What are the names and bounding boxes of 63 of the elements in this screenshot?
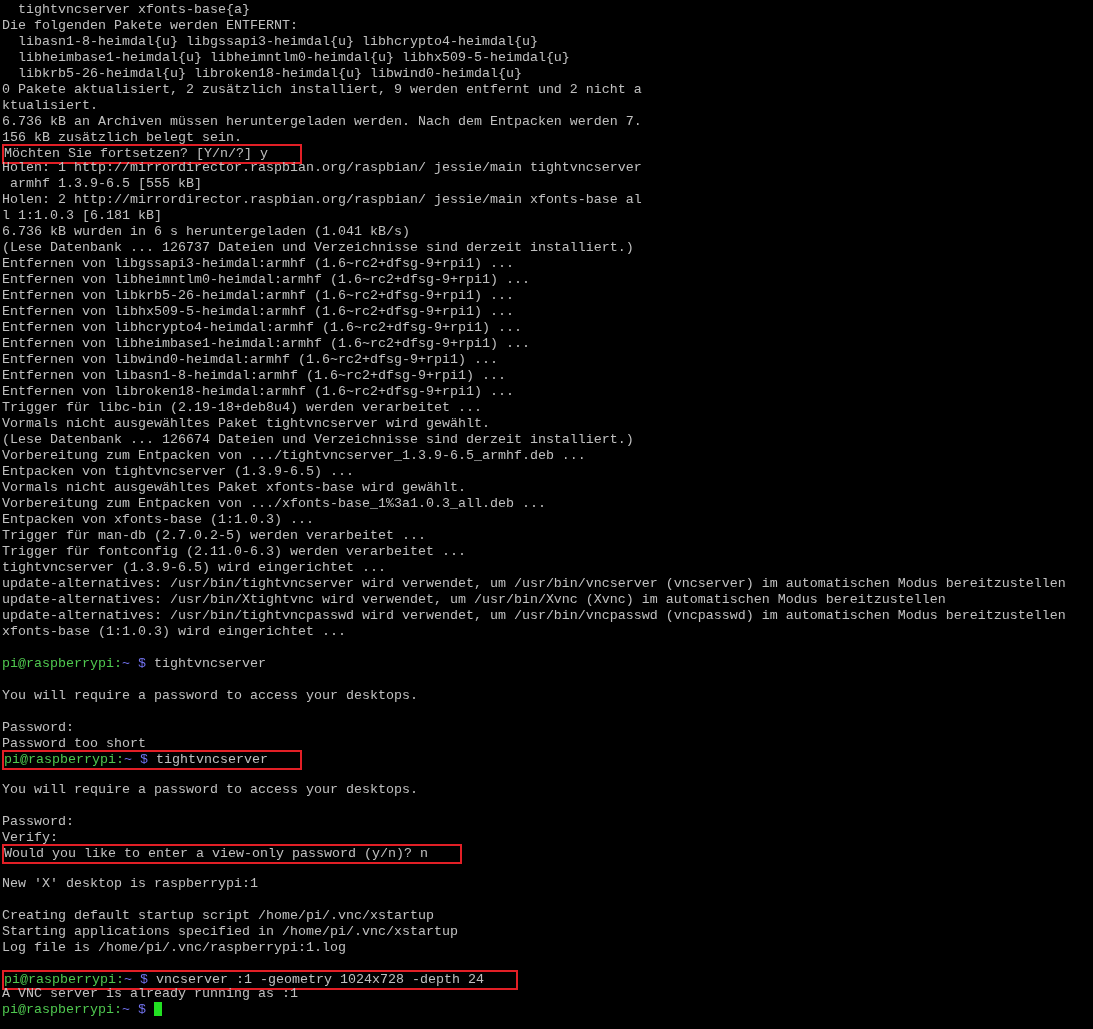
prompt-host: pi@raspberrypi:: [4, 752, 124, 767]
output-line: Starting applications specified in /home/pi/.vnc/xstartup: [2, 924, 458, 939]
output-line: You will require a password to access your desktops.: [2, 688, 418, 703]
output-line: Would you like to enter a view-only password (y/n)? n: [4, 846, 428, 861]
output-line: 6.736 kB an Archiven müssen heruntergeladen werden. Nach dem Entpacken werden 7.: [2, 114, 642, 129]
output-line: Vormals nicht ausgewähltes Paket tightvncserver wird gewählt.: [2, 416, 490, 431]
output-line: Password too short: [2, 736, 146, 751]
output-line: libkrb5-26-heimdal{u} libroken18-heimdal{u} libwind0-heimdal{u}: [17, 66, 522, 81]
output-line: Trigger für fontconfig (2.11.0-6.3) werden verarbeitet ...: [2, 544, 466, 559]
output-line: update-alternatives: /usr/bin/tightvncpasswd wird verwendet, um /usr/bin/vncpasswd (vncpasswd) im automatischen Modus bereitzustellen: [2, 608, 1066, 623]
output-line: libheimbase1-heimdal{u} libheimntlm0-heimdal{u} libhx509-5-heimdal{u}: [17, 50, 570, 65]
output-line: You will require a password to access your desktops.: [2, 782, 418, 797]
command-text: vncserver :1 -geometry 1024x728 -depth 24: [155, 972, 484, 987]
command-text: tightvncserver: [153, 656, 266, 671]
prompt-path: ~ $: [124, 972, 148, 987]
output-line: Entfernen von libgssapi3-heimdal:armhf (1.6~rc2+dfsg-9+rpi1) ...: [2, 256, 514, 271]
output-line: Möchten Sie fortsetzen? [Y/n/?] y: [4, 146, 268, 161]
output-line: Vormals nicht ausgewähltes Paket xfonts-base wird gewählt.: [2, 480, 466, 495]
output-line: Entfernen von libhcrypto4-heimdal:armhf (1.6~rc2+dfsg-9+rpi1) ...: [2, 320, 522, 335]
prompt-host: pi@raspberrypi:: [4, 972, 124, 987]
output-line: (Lese Datenbank ... 126674 Dateien und Verzeichnisse sind derzeit installiert.): [2, 432, 634, 447]
output-line: Holen: 2 http://mirrordirector.raspbian.org/raspbian/ jessie/main xfonts-base al: [2, 192, 642, 207]
output-line: Entfernen von libheimbase1-heimdal:armhf (1.6~rc2+dfsg-9+rpi1) ...: [2, 336, 530, 351]
output-line: Entfernen von libkrb5-26-heimdal:armhf (1.6~rc2+dfsg-9+rpi1) ...: [2, 288, 514, 303]
prompt-host: pi@raspberrypi:: [2, 1002, 122, 1017]
output-line: Trigger für libc-bin (2.19-18+deb8u4) werden verarbeitet ...: [2, 400, 482, 415]
output-line: tightvncserver (1.3.9-6.5) wird eingerichtet ...: [2, 560, 386, 575]
output-line: A VNC server is already running as :1: [2, 986, 298, 1001]
output-line: xfonts-base (1:1.0.3) wird eingerichtet ...: [2, 624, 346, 639]
output-line: 0 Pakete aktualisiert, 2 zusätzlich installiert, 9 werden entfernt und 2 nicht a: [2, 82, 642, 97]
output-line: libasn1-8-heimdal{u} libgssapi3-heimdal{u} libhcrypto4-heimdal{u}: [17, 34, 538, 49]
output-line: Creating default startup script /home/pi/.vnc/xstartup: [2, 908, 434, 923]
output-line: (Lese Datenbank ... 126737 Dateien und Verzeichnisse sind derzeit installiert.): [2, 240, 634, 255]
output-line: Vorbereitung zum Entpacken von .../tightvncserver_1.3.9-6.5_armhf.deb ...: [2, 448, 586, 463]
prompt-path: ~ $: [124, 752, 148, 767]
output-line: Entfernen von libheimntlm0-heimdal:armhf (1.6~rc2+dfsg-9+rpi1) ...: [2, 272, 530, 287]
output-line: Vorbereitung zum Entpacken von .../xfonts-base_1%3a1.0.3_all.deb ...: [2, 496, 546, 511]
output-line: 6.736 kB wurden in 6 s heruntergeladen (1.041 kB/s): [2, 224, 410, 239]
command-text: tightvncserver: [155, 752, 268, 767]
output-line: Log file is /home/pi/.vnc/raspberrypi:1.log: [2, 940, 346, 955]
output-line: Verify:: [2, 830, 58, 845]
output-line: tightvncserver xfonts-base{a}: [17, 2, 250, 17]
prompt-path: ~ $: [122, 1002, 146, 1017]
prompt-path: ~ $: [122, 656, 146, 671]
output-line: Holen: 1 http://mirrordirector.raspbian.org/raspbian/ jessie/main tightvncserver: [2, 160, 642, 175]
output-line: Password:: [2, 814, 74, 829]
output-line: update-alternatives: /usr/bin/tightvncserver wird verwendet, um /usr/bin/vncserver (vncserver) im automatischen Modus bereitzustellen: [2, 576, 1066, 591]
output-line: l 1:1.0.3 [6.181 kB]: [2, 208, 162, 223]
output-line: update-alternatives: /usr/bin/Xtightvnc wird verwendet, um /usr/bin/Xvnc (Xvnc) im automatischen Modus bereitzustellen: [2, 592, 946, 607]
prompt-host: pi@raspberrypi:: [2, 656, 122, 671]
output-line: Password:: [2, 720, 74, 735]
output-line: Die folgenden Pakete werden ENTFERNT:: [2, 18, 298, 33]
output-line: ktualisiert.: [2, 98, 98, 113]
output-line: Entpacken von xfonts-base (1:1.0.3) ...: [2, 512, 314, 527]
output-line: Entfernen von libroken18-heimdal:armhf (1.6~rc2+dfsg-9+rpi1) ...: [2, 384, 514, 399]
output-line: Entfernen von libwind0-heimdal:armhf (1.6~rc2+dfsg-9+rpi1) ...: [2, 352, 498, 367]
output-line: New 'X' desktop is raspberrypi:1: [2, 876, 258, 891]
output-line: Entpacken von tightvncserver (1.3.9-6.5) ...: [2, 464, 354, 479]
output-line: Entfernen von libasn1-8-heimdal:armhf (1.6~rc2+dfsg-9+rpi1) ...: [2, 368, 506, 383]
output-line: Trigger für man-db (2.7.0.2-5) werden verarbeitet ...: [2, 528, 426, 543]
output-line: Entfernen von libhx509-5-heimdal:armhf (1.6~rc2+dfsg-9+rpi1) ...: [2, 304, 514, 319]
output-line: 156 kB zusätzlich belegt sein.: [2, 130, 242, 145]
output-line: armhf 1.3.9-6.5 [555 kB]: [9, 176, 202, 191]
